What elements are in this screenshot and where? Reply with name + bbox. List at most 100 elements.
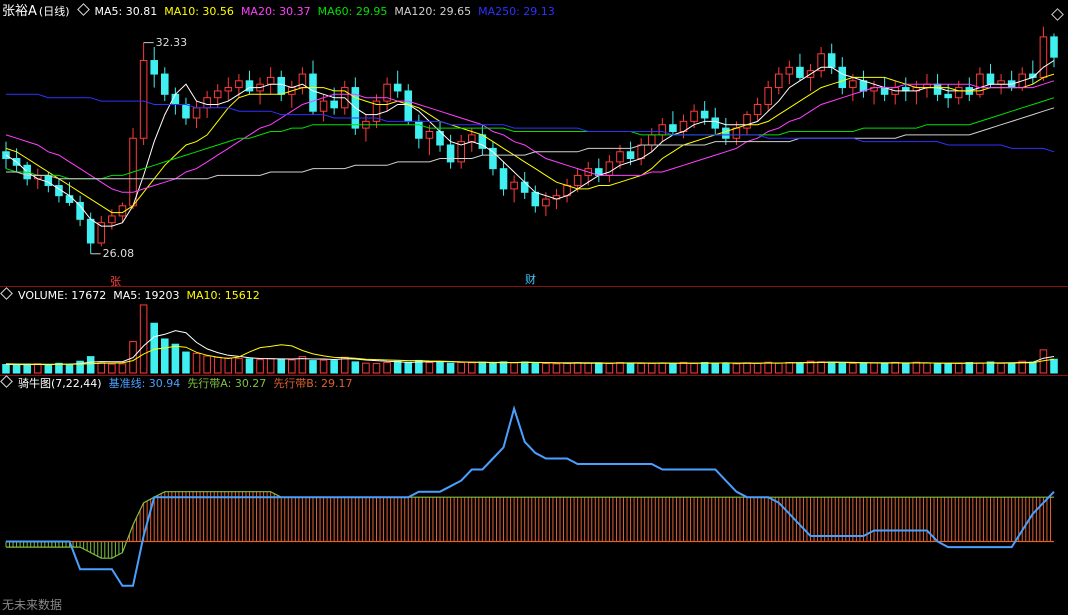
candle-body — [626, 151, 635, 160]
candle-body — [319, 100, 328, 112]
volume-bar — [2, 363, 10, 374]
candle-body — [986, 73, 995, 85]
ma-legend-item: MA10: 30.56 — [164, 5, 234, 18]
candle-body — [467, 134, 476, 143]
candle-body — [224, 87, 233, 92]
diamond-icon[interactable] — [0, 375, 13, 388]
candle-body — [446, 144, 455, 163]
volume-bar — [912, 361, 921, 374]
footer-note: 无未来数据 — [2, 598, 63, 612]
volume-bar — [891, 361, 899, 374]
volume-bar — [552, 363, 561, 374]
volume-bar — [372, 363, 381, 374]
volume-bar — [573, 362, 582, 374]
volume-bar — [86, 356, 95, 374]
ma-legend-item: MA250: 29.13 — [478, 5, 555, 18]
volume-bar — [245, 358, 254, 374]
volume-bar — [436, 360, 444, 374]
volume-bar — [1029, 361, 1037, 374]
candle-body — [997, 80, 1005, 85]
candle-body — [690, 110, 698, 122]
candle-body — [76, 201, 84, 220]
volume-title: VOLUME: 17672 — [18, 289, 107, 302]
volume-bar — [351, 361, 360, 374]
volume-ma10: MA10: 15612 — [186, 289, 260, 302]
candle-body — [743, 114, 751, 129]
volume-bar — [235, 358, 243, 374]
volume-bar — [467, 362, 476, 374]
volume-bar — [340, 356, 349, 374]
volume-header: VOLUME: 17672 MA5: 19203 MA10: 15612 — [0, 287, 267, 302]
volume-bar — [732, 363, 741, 374]
candle-body — [520, 181, 529, 193]
volume-bar — [880, 362, 889, 374]
candle-body — [859, 80, 868, 92]
span-a-line — [6, 491, 1054, 559]
span-a-label: 先行带A: 30.27 — [187, 377, 267, 390]
volume-bar — [531, 362, 540, 374]
volume-bar — [44, 364, 53, 374]
volume-bar — [256, 359, 264, 374]
span-b-label: 先行带B: 29.17 — [273, 377, 353, 390]
volume-bar — [838, 362, 847, 374]
volume-bar — [711, 362, 720, 374]
volume-bar — [764, 361, 772, 374]
volume-bar — [584, 362, 593, 374]
volume-bar — [478, 361, 487, 374]
ichimoku-panel[interactable]: 骑牛图(7,22,44) 基准线: 30.94 先行带A: 30.27 先行带B: 2… — [0, 375, 1068, 615]
candle-body — [65, 195, 74, 203]
candle-body — [425, 130, 434, 139]
diamond-icon[interactable] — [0, 287, 13, 300]
volume-bar — [849, 362, 857, 374]
diamond-icon[interactable] — [76, 3, 90, 16]
candle-body — [1039, 36, 1048, 78]
candle-body — [139, 60, 148, 139]
volume-bar — [965, 362, 974, 374]
ma-line-ma250 — [6, 93, 1055, 153]
candle-body — [573, 174, 582, 187]
volume-bar — [161, 338, 169, 374]
volume-bar — [118, 363, 127, 374]
candle-body — [86, 218, 95, 244]
volume-bar — [976, 362, 984, 374]
volume-bar — [139, 304, 148, 374]
candle-body — [510, 181, 518, 190]
candle-body — [796, 66, 804, 78]
volume-bar — [669, 363, 677, 374]
volume-bar — [404, 361, 413, 374]
volume-bar — [1050, 358, 1058, 374]
volume-bar — [489, 363, 497, 374]
candle-body — [542, 198, 550, 207]
volume-bar — [785, 362, 794, 374]
volume-bar — [690, 363, 698, 374]
candle-body — [330, 100, 338, 109]
volume-bar — [679, 361, 688, 374]
volume-bar — [192, 352, 201, 374]
candle-body — [774, 73, 783, 89]
candle-body — [785, 66, 794, 75]
candle-body — [266, 76, 275, 85]
candle-body — [700, 110, 709, 119]
volume-ma5: MA5: 19203 — [113, 289, 180, 302]
limit-up-tag[interactable]: 张 — [110, 273, 121, 289]
volume-bar — [393, 360, 402, 374]
candle-body — [647, 134, 656, 146]
candle-body — [658, 124, 667, 136]
candle-body — [182, 103, 190, 119]
volume-bar — [944, 363, 952, 374]
volume-bar — [933, 362, 942, 374]
volume-bar — [457, 362, 465, 374]
candle-body — [192, 107, 201, 119]
candle-body — [415, 120, 423, 139]
volume-bar — [266, 358, 275, 374]
volume-bar — [97, 362, 106, 374]
volume-panel[interactable]: VOLUME: 17672 MA5: 19203 MA10: 15612 — [0, 287, 1068, 375]
stock-name: 张裕A — [2, 4, 37, 19]
price-panel[interactable]: 张裕A (日线) MA5: 30.81 MA10: 30.56 MA20: 30.37 M… — [0, 0, 1068, 289]
finance-tag[interactable]: 财 — [525, 271, 536, 287]
ma-legend-item: MA5: 30.81 — [94, 5, 158, 18]
volume-bar — [923, 362, 931, 374]
high-price-label: 32.33 — [155, 35, 188, 49]
volume-bar — [288, 359, 296, 374]
volume-bar — [817, 361, 825, 374]
